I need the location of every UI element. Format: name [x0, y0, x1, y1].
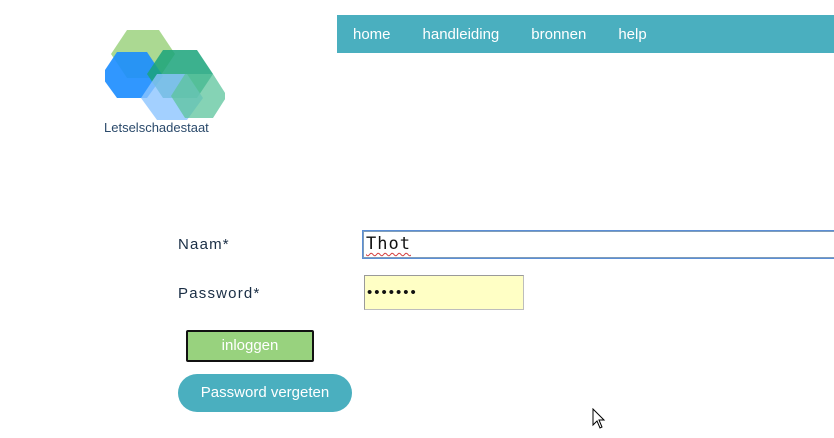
nav-item-home[interactable]: home — [353, 26, 391, 43]
forgot-password-button[interactable]: Password vergeten — [178, 374, 352, 412]
naam-input-value: Thot — [366, 234, 411, 254]
password-label: Password* — [178, 285, 261, 302]
login-button[interactable]: inloggen — [186, 330, 314, 362]
nav-item-handleiding[interactable]: handleiding — [423, 26, 500, 43]
password-input[interactable]: ••••••• — [364, 275, 524, 310]
naam-input[interactable]: Thot — [362, 230, 834, 259]
naam-label: Naam* — [178, 236, 230, 253]
nav-item-help[interactable]: help — [618, 26, 646, 43]
logo-hexagons-icon — [105, 30, 225, 120]
main-nav: home handleiding bronnen help — [337, 15, 834, 53]
login-page: Letselschadestaat home handleiding bronn… — [0, 0, 834, 438]
logo[interactable]: Letselschadestaat — [100, 28, 230, 140]
mouse-pointer-icon — [592, 408, 606, 429]
password-input-value: ••••••• — [367, 284, 418, 301]
logo-text: Letselschadestaat — [104, 120, 209, 135]
nav-item-bronnen[interactable]: bronnen — [531, 26, 586, 43]
